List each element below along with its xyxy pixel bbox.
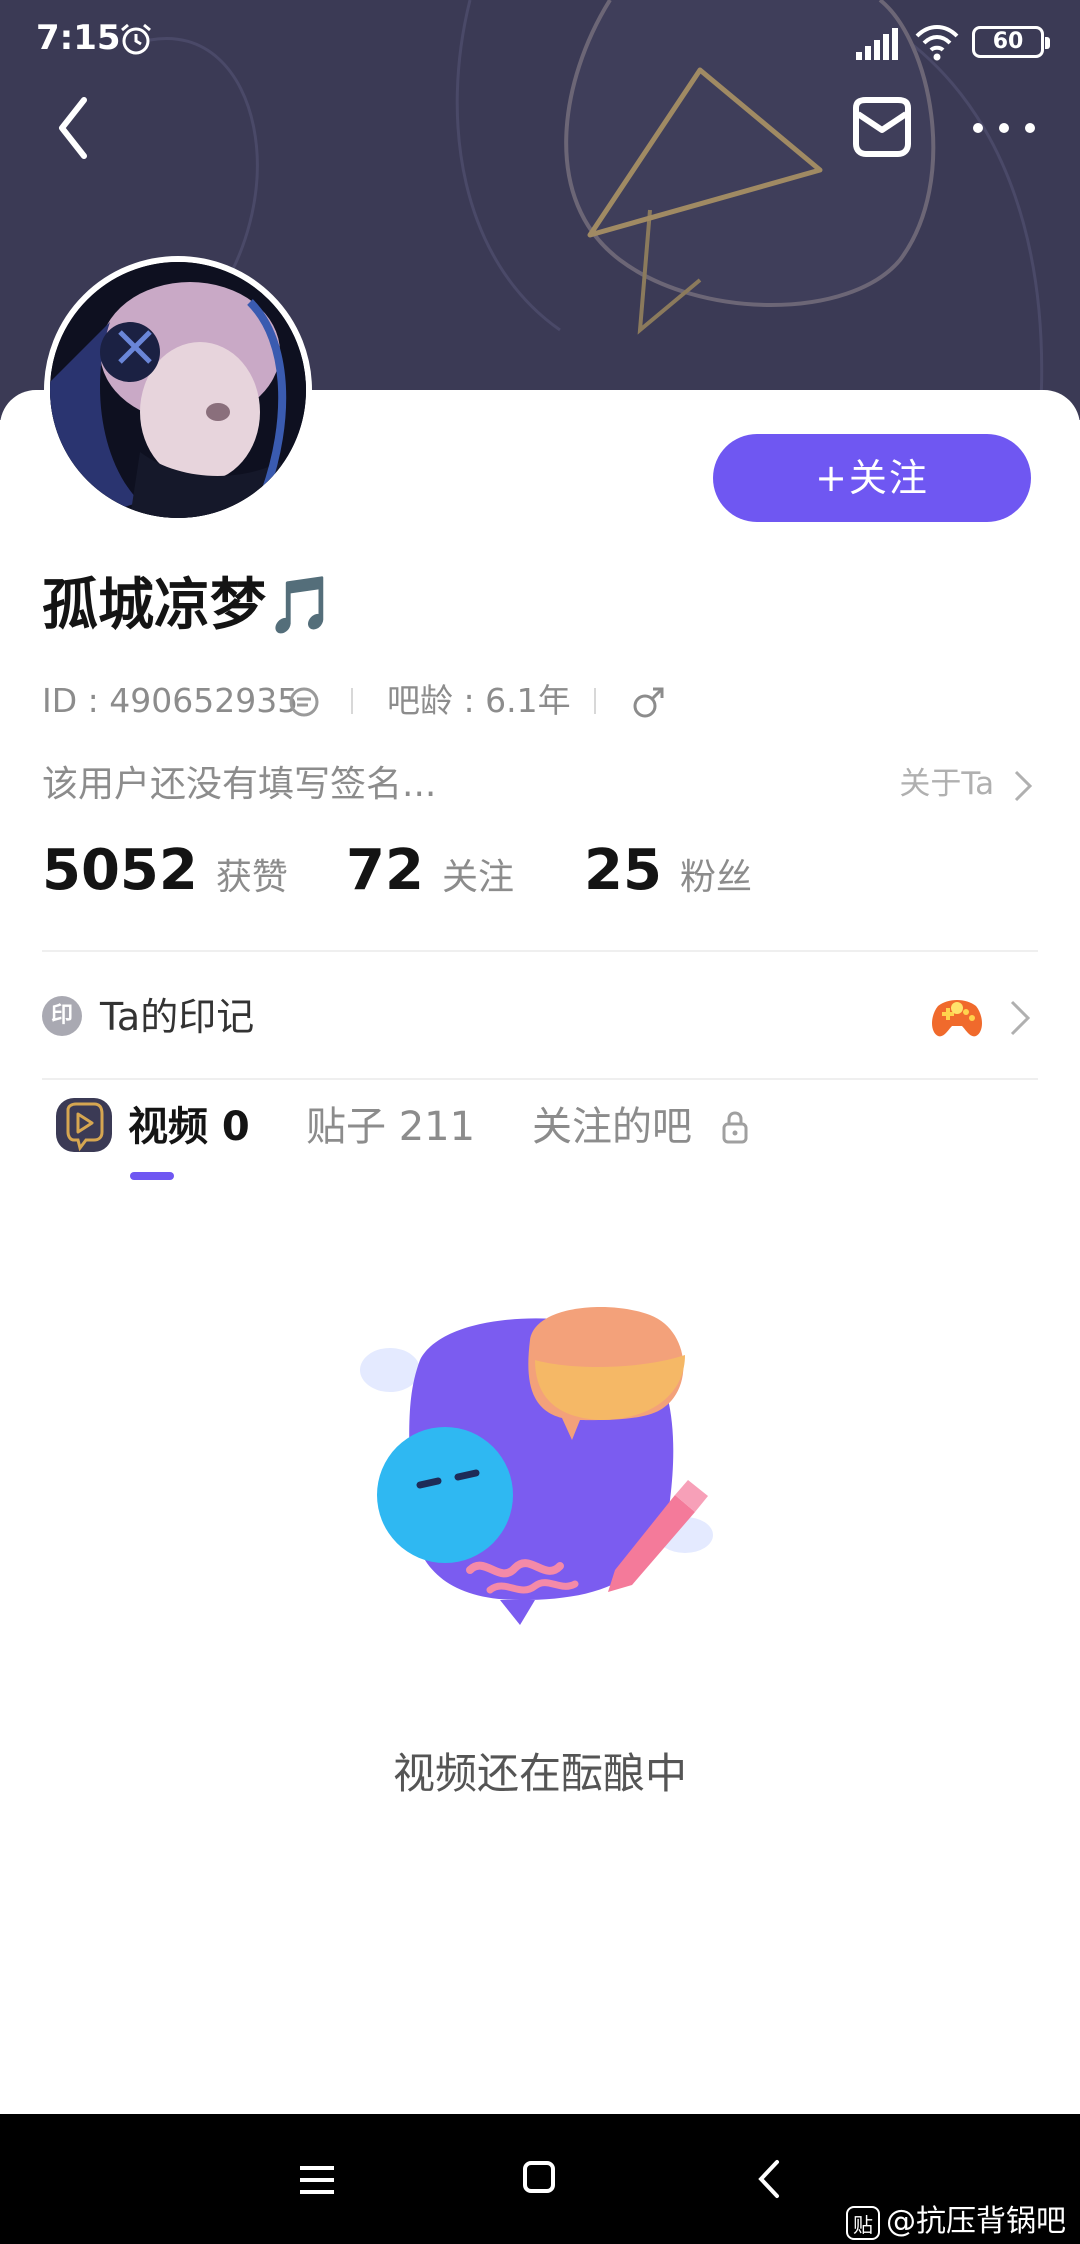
username: 孤城凉梦🎵 <box>42 573 336 638</box>
recent-apps-icon[interactable] <box>298 2162 336 2198</box>
signal-icon <box>856 28 898 60</box>
status-time: 7:15 <box>36 18 121 58</box>
stat-label: 获赞 <box>215 857 288 898</box>
stat-value: 72 <box>346 838 424 903</box>
bar-age: 吧龄 : 6.1年 <box>387 681 571 720</box>
tab-followed-bars[interactable]: 关注的吧 <box>532 1094 692 1160</box>
watermark-text: @抗压背锅吧 <box>886 2204 1066 2239</box>
stat-likes[interactable]: 5052 获赞 <box>42 838 288 903</box>
home-icon[interactable] <box>522 2158 556 2196</box>
watermark-badge: 贴 <box>846 2205 880 2240</box>
watermark: 贴 @抗压背锅吧 <box>846 2196 1066 2240</box>
avatar[interactable] <box>44 256 312 524</box>
system-back-icon[interactable] <box>756 2158 782 2200</box>
stat-value: 5052 <box>42 838 198 903</box>
tab-posts[interactable]: 贴子 211 <box>306 1094 475 1160</box>
message-icon[interactable] <box>846 94 918 160</box>
imprint-badge-icon: 印 <box>42 996 82 1036</box>
about-ta-link[interactable]: 关于Ta <box>899 758 1034 804</box>
stat-value: 25 <box>584 838 662 903</box>
avatar-image <box>50 262 306 518</box>
system-navigation-bar: 贴 @抗压背锅吧 <box>0 2114 1080 2244</box>
chevron-right-icon <box>1010 1000 1031 1036</box>
stat-label: 粉丝 <box>679 857 752 898</box>
tab-indicator <box>130 1172 174 1180</box>
chevron-right-icon <box>1014 770 1033 801</box>
video-tab-icon <box>56 1098 112 1152</box>
empty-state-illustration <box>360 1307 713 1625</box>
copy-id-icon[interactable] <box>288 686 320 718</box>
more-options-icon[interactable] <box>964 104 1044 152</box>
imprint-row[interactable]: 印 Ta的印记 <box>42 990 1038 1046</box>
back-arrow-icon[interactable] <box>44 90 104 166</box>
stat-following[interactable]: 72 关注 <box>346 838 514 903</box>
signature: 该用户还没有填写签名... <box>42 764 437 805</box>
status-bar: 7:15 60 <box>0 0 1080 84</box>
stat-label: 关注 <box>441 857 514 898</box>
tab-videos[interactable]: 视频 0 <box>128 1094 250 1160</box>
battery-indicator: 60 <box>972 26 1050 58</box>
wifi-icon <box>915 25 959 61</box>
imprint-title: Ta的印记 <box>100 995 255 1039</box>
lock-icon <box>722 1111 748 1144</box>
about-ta-label: 关于Ta <box>899 766 995 802</box>
stat-fans[interactable]: 25 粉丝 <box>584 838 752 903</box>
male-gender-icon <box>633 687 664 718</box>
alarm-icon <box>121 23 151 55</box>
content-tabs: 视频 0 贴子 211 关注的吧 <box>42 1094 1038 1184</box>
meta-separator <box>351 688 353 714</box>
empty-state-text: 视频还在酝酿中 <box>392 1749 687 1798</box>
divider <box>42 950 1038 952</box>
user-id: ID : 490652935 <box>42 681 299 720</box>
profile-card <box>0 390 1080 2114</box>
divider <box>42 1078 1038 1080</box>
follow-button[interactable]: +关注 <box>713 434 1031 522</box>
meta-separator <box>594 688 596 714</box>
game-controller-icon <box>932 1000 982 1037</box>
